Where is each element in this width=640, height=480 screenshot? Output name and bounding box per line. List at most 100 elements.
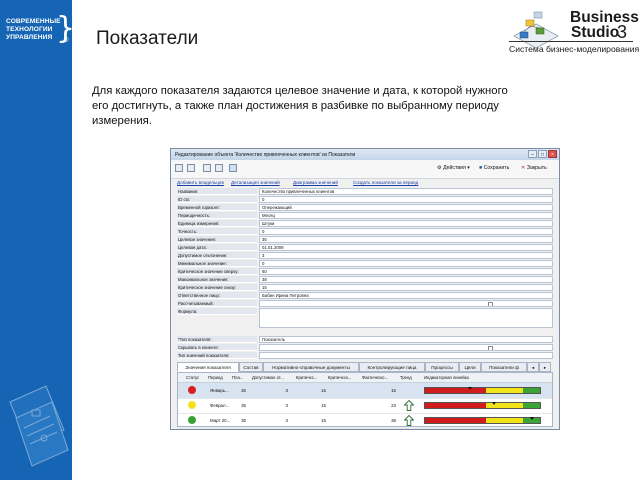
critical-cell: 15 [321,403,326,408]
trend-up-icon [404,415,414,426]
actual-cell: 15 [391,388,396,393]
tab-processes[interactable]: Процессы [425,362,459,372]
trend-up-icon [404,400,414,411]
field-label: Временной горизонт: [177,204,257,211]
view-icon[interactable] [215,164,223,172]
save-icon: ■ [479,165,483,171]
field-label: Рассчитываемый: [177,300,257,307]
status-indicator [188,386,196,394]
field-label: Единица измерения: [177,220,257,227]
field-row: Периодичность: Месяц [177,212,553,219]
field-row: Ответственное лицо: Бабин Ирина Петровна [177,292,553,299]
field-row: Временной горизонт: Опережающий [177,204,553,211]
tab-indicator-values[interactable]: Значения показателя [177,362,239,372]
tolerance-cell: 3 [285,403,288,408]
value-details-link[interactable]: Детализация значений [231,180,280,185]
column-header[interactable]: Период [208,375,223,380]
brand-version: 3 [617,22,628,42]
field-label: Целевое значение: [177,236,257,243]
tab-scroll-right[interactable]: ▸ [539,362,551,372]
indicator-bar [424,387,541,394]
plan-cell: 35 [241,418,246,423]
field-value-input[interactable]: Штуки [259,220,553,227]
field-value-input[interactable] [259,352,553,359]
table-row[interactable]: Март 20... 35 3 15 38 [178,413,552,429]
brand-divider [509,41,633,42]
tab-composition[interactable]: Состав [239,362,263,372]
field-value-input[interactable]: Количество привлеченных клиентов [259,188,553,195]
table-row[interactable]: Январь... 35 3 15 15 [178,383,552,399]
link-icon[interactable] [229,164,237,172]
column-header[interactable]: Критичес... [296,375,317,380]
close-label: Закрыть [526,165,547,171]
field-value-input[interactable]: 01.01.2009 [259,244,553,251]
hide-in-client-checkbox[interactable] [488,346,493,350]
tab-goals[interactable]: Цели [459,362,481,372]
column-header[interactable]: Критическ... [328,375,351,380]
field-value-input[interactable]: 0 [259,196,553,203]
close-button[interactable]: ✕ Закрыть [521,165,547,171]
window-controls: – □ × [528,150,557,158]
field-row: Целевая дата: 01.01.2009 [177,244,553,251]
create-period-indicators-link[interactable]: Создать показатели за период [353,180,418,185]
field-value-input[interactable]: 0 [259,228,553,235]
close-window-button[interactable]: × [548,150,557,158]
field-row: Критическое значение сверху: 60 [177,268,553,275]
value-chart-link[interactable]: Диаграмма значений [293,180,338,185]
field-value-input[interactable]: 60 [259,268,553,275]
field-label: Скрывать в клиенте: [177,344,257,351]
field-label: Название: [177,188,257,195]
add-owners-link[interactable]: Добавить владельцев [177,180,224,185]
save-button[interactable]: ■ Сохранить [479,165,509,171]
maximize-button[interactable]: □ [538,150,547,158]
field-value-input[interactable]: 0 [259,260,553,267]
actions-button[interactable]: ⚙ Действия ▾ [437,165,470,171]
formula-input[interactable] [259,308,553,328]
column-header[interactable]: Статус [186,375,199,380]
field-value-input[interactable]: 3 [259,252,553,259]
copy-icon[interactable] [175,164,183,172]
field-value-input[interactable]: Опережающий [259,204,553,211]
field-value-input[interactable]: Показатель [259,336,553,343]
indicator-marker [529,417,534,420]
critical-cell: 15 [321,418,326,423]
column-header[interactable]: Допустимое от... [252,375,284,380]
field-value-input[interactable]: 15 [259,284,553,291]
grid-header: Статус Период Пла... Допустимое от... Кр… [178,373,552,383]
field-row: Тип значений показателя: [177,352,553,359]
tab-reference-documents[interactable]: Нормативно-справочные документы [263,362,359,372]
minimize-button[interactable]: – [528,150,537,158]
field-row: Формула: [177,308,553,334]
indicator-bar [424,417,541,424]
calculated-checkbox[interactable] [488,302,493,306]
field-value-input[interactable]: Месяц [259,212,553,219]
field-label: Точность: [177,228,257,235]
list-icon[interactable] [187,164,195,172]
column-header[interactable]: Пла... [232,375,243,380]
field-label: Тип значений показателя: [177,352,257,359]
description-text: Для каждого показателя задаются целевое … [92,85,508,127]
field-value-input[interactable]: Бабин Ирина Петровна [259,292,553,299]
field-row: Максимальное значение: 38 [177,276,553,283]
registered-icon: ® [64,38,69,44]
field-label: Целевая дата: [177,244,257,251]
field-value-input[interactable]: 38 [259,276,553,283]
tab-controllers[interactable]: Контролирующие лица [359,362,425,372]
window-toolbar: ⚙ Действия ▾ ■ Сохранить ✕ Закрыть [171,160,559,179]
field-row: Минимальное значение: 0 [177,260,553,267]
table-row[interactable]: Феврал... 35 3 15 23 [178,398,552,414]
tab-scroll-left[interactable]: ◂ [527,362,539,372]
field-label: Ответственное лицо: [177,292,257,299]
field-value-input[interactable]: 35 [259,236,553,243]
period-cell: Феврал... [210,403,230,408]
brand-name-line2: Studio [571,24,620,41]
column-header[interactable]: Тренд [400,375,412,380]
field-row: Рассчитываемый: [177,300,553,307]
column-header[interactable]: Индикаторная линейка [424,375,469,380]
field-row: Скрывать в клиенте: [177,344,553,351]
table-icon[interactable] [203,164,211,172]
window-titlebar[interactable]: Редактирование объекта 'Количество привл… [171,149,559,160]
field-label: *Тип показателя: [177,336,257,343]
column-header[interactable]: Фактическо... [362,375,388,380]
tab-indicators[interactable]: Показатели ф [481,362,527,372]
